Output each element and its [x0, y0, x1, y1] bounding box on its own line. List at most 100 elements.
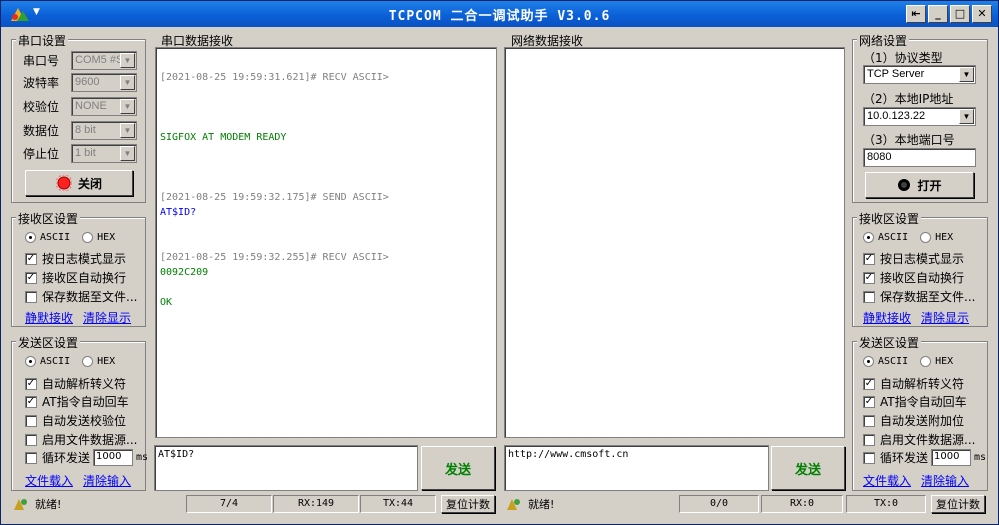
minimize-button[interactable]: _ — [928, 5, 948, 23]
title-bar[interactable]: ▼ TCPCOM 二合一调试助手 V3.0.6 ⇤ _ □ ✕ — [1, 1, 998, 27]
checkbox-checked-icon[interactable]: ✓ — [863, 252, 875, 265]
checkbox-checked-icon[interactable]: ✓ — [863, 395, 875, 408]
left-send-ascii-radio[interactable] — [25, 356, 36, 367]
right-loop-interval-input[interactable]: 1000 — [931, 449, 972, 466]
serial-send-button[interactable]: 发送 — [421, 446, 495, 490]
parity-row: 校验位 NONE ▼ — [23, 97, 137, 116]
checkbox-unchecked-icon[interactable] — [25, 414, 37, 427]
chevron-down-icon[interactable]: ▼ — [120, 123, 135, 138]
data-bits-select[interactable]: 8 bit ▼ — [71, 121, 137, 140]
protocol-select[interactable]: TCP Server ▼ — [863, 65, 976, 84]
network-open-button[interactable]: 打开 — [865, 172, 974, 198]
right-send-hex-radio[interactable] — [920, 356, 932, 367]
log-blank-line — [160, 145, 492, 160]
checkbox-unchecked-icon[interactable] — [863, 433, 875, 446]
checkbox-unchecked-icon[interactable] — [25, 433, 37, 446]
left-send-opt-checksum[interactable]: 自动发送校验位 — [25, 412, 126, 429]
chevron-down-icon[interactable]: ▼ — [120, 146, 135, 161]
local-ip-label: （2）本地IP地址 — [863, 92, 954, 106]
left-send-ascii-label: ASCII — [40, 356, 71, 367]
net-send-input[interactable]: http://www.cmsoft.cn — [504, 445, 769, 491]
checkbox-unchecked-icon[interactable] — [863, 414, 875, 427]
checkbox-unchecked-icon[interactable] — [25, 290, 37, 303]
chevron-down-icon[interactable]: ▼ — [120, 99, 135, 114]
right-send-opt-file[interactable]: 启用文件数据源... — [863, 431, 975, 448]
serial-port-select[interactable]: COM5 #ST ▼ — [71, 51, 137, 70]
right-send-opt-at[interactable]: ✓ AT指令自动回车 — [863, 393, 967, 410]
right-send-opt-append[interactable]: 自动发送附加位 — [863, 412, 964, 429]
chevron-down-icon[interactable]: ▼ — [959, 67, 974, 82]
left-clear-input-link[interactable]: 清除输入 — [83, 472, 131, 489]
checkbox-unchecked-icon[interactable] — [25, 451, 37, 464]
baud-rate-select[interactable]: 9600 ▼ — [71, 73, 137, 92]
chevron-down-icon[interactable]: ▼ — [120, 75, 135, 90]
network-settings-title: 网络设置 — [857, 32, 910, 49]
left-recv-opt-save[interactable]: 保存数据至文件... — [25, 288, 137, 305]
serial-send-input[interactable]: AT$ID? — [154, 445, 418, 491]
right-clear-display-link[interactable]: 清除显示 — [921, 309, 969, 326]
checkbox-checked-icon[interactable]: ✓ — [863, 377, 875, 390]
right-status-ready: 就绪! — [506, 495, 626, 513]
maximize-button[interactable]: □ — [950, 5, 970, 23]
log-blank-line — [160, 115, 492, 130]
local-port-input[interactable]: 8080 — [863, 148, 976, 167]
left-clear-display-link[interactable]: 清除显示 — [83, 309, 131, 326]
right-file-load-link[interactable]: 文件载入 — [863, 472, 911, 489]
data-bits-value: 8 bit — [75, 124, 96, 136]
right-recv-opt-wrap-label: 接收区自动换行 — [880, 271, 965, 285]
right-clear-input-link[interactable]: 清除输入 — [921, 472, 969, 489]
checkbox-checked-icon[interactable]: ✓ — [25, 271, 37, 284]
left-file-load-link[interactable]: 文件载入 — [25, 472, 73, 489]
net-recv-textarea[interactable] — [504, 47, 845, 438]
stop-bits-select[interactable]: 1 bit ▼ — [71, 144, 137, 163]
right-send-ascii-radio[interactable] — [863, 356, 874, 367]
checkbox-unchecked-icon[interactable] — [863, 290, 875, 303]
local-ip-select[interactable]: 10.0.123.22 ▼ — [863, 107, 976, 126]
left-recv-hex-radio[interactable] — [82, 232, 94, 243]
right-send-links: 文件载入 清除输入 — [863, 472, 969, 489]
checkbox-checked-icon[interactable]: ✓ — [25, 395, 37, 408]
serial-recv-textarea[interactable]: [2021-08-25 19:59:31.621]# RECV ASCII> S… — [155, 47, 497, 438]
left-loop-interval-input[interactable]: 1000 — [93, 449, 134, 466]
protocol-label: （1）协议类型 — [863, 51, 943, 65]
left-recv-ascii-radio[interactable] — [25, 232, 36, 243]
left-send-opt-at[interactable]: ✓ AT指令自动回车 — [25, 393, 129, 410]
right-recv-opt-log[interactable]: ✓ 按日志模式显示 — [863, 250, 964, 267]
left-recv-opt-wrap[interactable]: ✓ 接收区自动换行 — [25, 269, 126, 286]
left-recv-opt-save-label: 保存数据至文件... — [42, 290, 138, 304]
left-send-settings-title: 发送区设置 — [16, 334, 81, 351]
app-window: ▼ TCPCOM 二合一调试助手 V3.0.6 ⇤ _ □ ✕ 串口设置 串口号… — [0, 0, 999, 525]
left-reset-count-button[interactable]: 复位计数 — [441, 495, 495, 513]
chevron-down-icon[interactable]: ▼ — [959, 109, 974, 124]
right-send-opt-escape[interactable]: ✓ 自动解析转义符 — [863, 375, 964, 392]
right-recv-ascii-radio[interactable] — [863, 232, 874, 243]
right-recv-hex-radio[interactable] — [920, 232, 932, 243]
right-reset-count-button[interactable]: 复位计数 — [931, 495, 985, 513]
left-send-opt-file[interactable]: 启用文件数据源... — [25, 431, 137, 448]
right-send-hex-label: HEX — [935, 356, 954, 367]
left-recv-opt-log[interactable]: ✓ 按日志模式显示 — [25, 250, 126, 267]
left-silent-recv-link[interactable]: 静默接收 — [25, 309, 73, 326]
left-send-opt-escape[interactable]: ✓ 自动解析转义符 — [25, 375, 126, 392]
protocol-value: TCP Server — [867, 68, 925, 80]
right-recv-opt-save[interactable]: 保存数据至文件... — [863, 288, 975, 305]
log-blank-line — [160, 160, 492, 175]
right-silent-recv-link[interactable]: 静默接收 — [863, 309, 911, 326]
close-window-button[interactable]: ✕ — [972, 5, 992, 23]
chevron-down-icon[interactable]: ▼ — [120, 53, 135, 68]
net-send-button[interactable]: 发送 — [771, 446, 845, 490]
right-recv-opt-wrap[interactable]: ✓ 接收区自动换行 — [863, 269, 964, 286]
checkbox-unchecked-icon[interactable] — [863, 451, 875, 464]
log-line: [2021-08-25 19:59:32.255]# RECV ASCII> — [160, 252, 389, 263]
left-send-hex-radio[interactable] — [82, 356, 94, 367]
checkbox-checked-icon[interactable]: ✓ — [25, 252, 37, 265]
pin-button[interactable]: ⇤ — [906, 5, 926, 23]
stop-bits-label: 停止位 — [23, 147, 60, 161]
right-loop-unit: ms — [974, 452, 987, 463]
right-recv-ascii-label: ASCII — [878, 232, 909, 243]
checkbox-checked-icon[interactable]: ✓ — [863, 271, 875, 284]
serial-close-button[interactable]: 关闭 — [25, 170, 133, 196]
checkbox-checked-icon[interactable]: ✓ — [25, 377, 37, 390]
log-line: [2021-08-25 19:59:32.175]# SEND ASCII> — [160, 192, 389, 203]
parity-select[interactable]: NONE ▼ — [71, 97, 137, 116]
